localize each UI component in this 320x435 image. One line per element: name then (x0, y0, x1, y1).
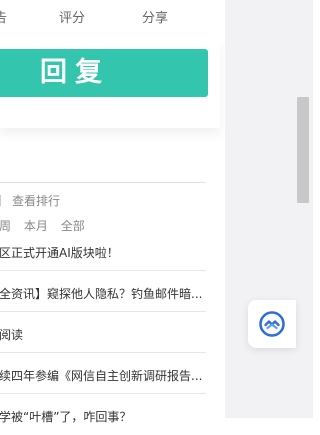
scrollbar-track[interactable] (225, 0, 313, 418)
list-item[interactable]: 区正式开通AI版块啦！ (0, 230, 206, 271)
section-divider (0, 182, 206, 183)
ranking-header: 查看排行 (0, 192, 60, 209)
divider-bar (0, 195, 1, 206)
top-tab-bar: 告 评分 分享 (0, 0, 225, 40)
tab-share[interactable]: 分享 (142, 11, 168, 27)
list-item-title[interactable]: 续四年参编《网信自主创新调研报告... (0, 353, 202, 394)
list-item[interactable]: 续四年参编《网信自主创新调研报告... (0, 353, 206, 394)
tab-rating[interactable]: 评分 (59, 11, 85, 27)
list-item[interactable]: 全资讯】窥探他人隐私？钓鱼邮件暗... (0, 271, 206, 312)
list-item-title[interactable]: 全资讯】窥探他人隐私？钓鱼邮件暗... (0, 271, 202, 312)
list-item-title[interactable]: 阅读 (0, 312, 23, 353)
assistant-float-button[interactable] (248, 300, 296, 348)
tab-report[interactable]: 告 (0, 11, 7, 27)
view-ranking-link[interactable]: 查看排行 (12, 194, 60, 208)
reply-button[interactable]: 回复 (0, 49, 208, 97)
list-item[interactable]: 学被“叶槽”了，咋回事？ (0, 394, 206, 435)
list-item-title[interactable]: 区正式开通AI版块啦！ (0, 230, 119, 271)
ranking-list: 区正式开通AI版块啦！ 全资讯】窥探他人隐私？钓鱼邮件暗... 阅读 续四年参编… (0, 230, 206, 435)
list-item[interactable]: 阅读 (0, 312, 206, 353)
assistant-logo-icon (259, 311, 285, 337)
list-item-title[interactable]: 学被“叶槽”了，咋回事？ (0, 394, 131, 435)
scrollbar-thumb[interactable] (297, 97, 309, 203)
